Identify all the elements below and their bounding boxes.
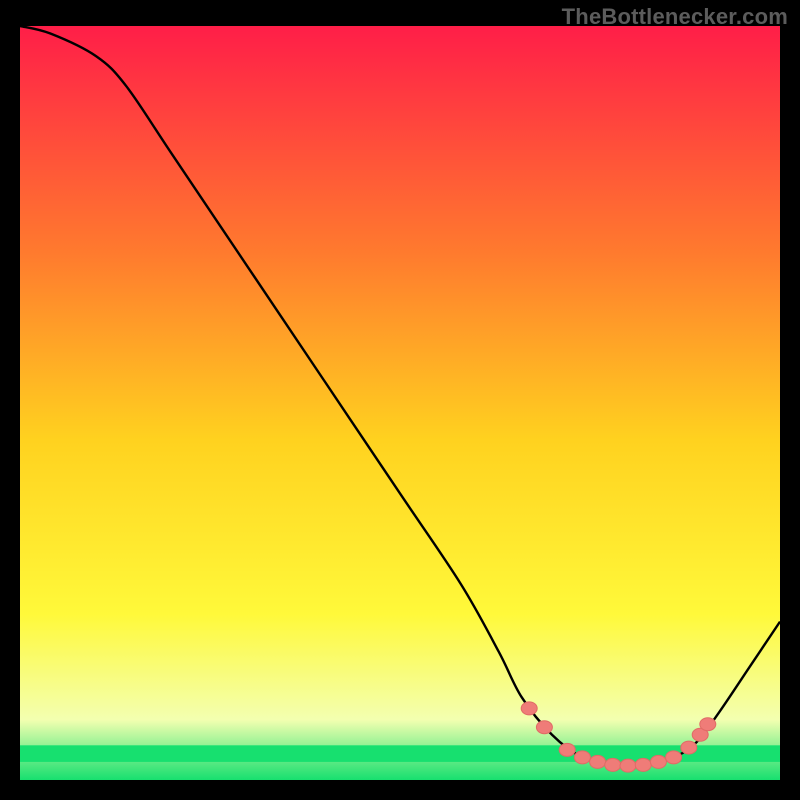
data-marker <box>666 751 682 764</box>
data-marker <box>635 758 651 771</box>
data-marker <box>574 751 590 764</box>
data-marker <box>536 721 552 734</box>
chart-svg <box>20 26 780 780</box>
plot-area <box>20 26 780 780</box>
chart-frame: TheBottlenecker.com <box>0 0 800 800</box>
data-marker <box>700 718 716 731</box>
data-marker <box>681 741 697 754</box>
data-marker <box>590 755 606 768</box>
data-marker <box>650 755 666 768</box>
data-marker <box>521 702 537 715</box>
gradient-background <box>20 26 780 780</box>
data-marker <box>605 758 621 771</box>
data-marker <box>620 759 636 772</box>
data-marker <box>559 743 575 756</box>
